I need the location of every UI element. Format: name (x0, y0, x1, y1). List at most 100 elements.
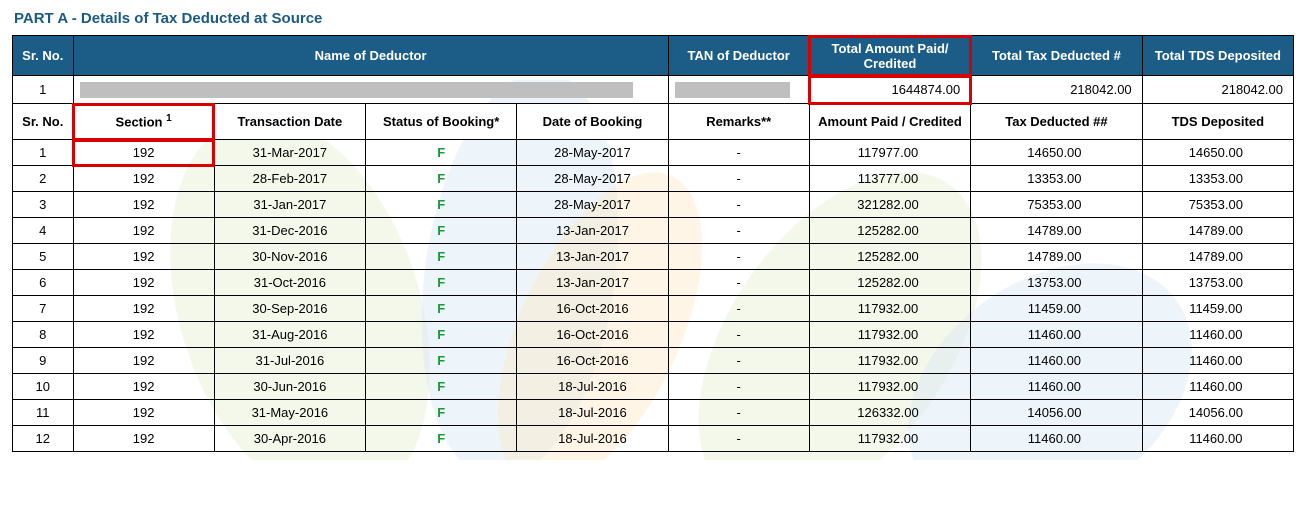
cell-book-date: 16-Oct-2016 (517, 348, 668, 374)
cell-tds-deposited: 11460.00 (1142, 374, 1293, 400)
cell-amount-paid: 117932.00 (809, 296, 970, 322)
table-row: 1219230-Apr-2016F18-Jul-2016-117932.0011… (13, 426, 1294, 452)
cell-tax-deducted: 14056.00 (971, 400, 1142, 426)
cell-amount-paid: 113777.00 (809, 166, 970, 192)
cell-tax-deducted: 14650.00 (971, 140, 1142, 166)
col-sr: Sr. No. (13, 36, 74, 76)
cell-tds-deposited: 11459.00 (1142, 296, 1293, 322)
cell-section: 192 (73, 296, 214, 322)
cell-txn-date: 31-Dec-2016 (214, 218, 365, 244)
cell-remarks: - (668, 296, 809, 322)
col-amount-paid: Amount Paid / Credited (809, 104, 970, 140)
cell-sr: 9 (13, 348, 74, 374)
table-row: 519230-Nov-2016F13-Jan-2017-125282.00147… (13, 244, 1294, 270)
col-remarks: Remarks** (668, 104, 809, 140)
table-row: 1119231-May-2016F18-Jul-2016-126332.0014… (13, 400, 1294, 426)
cell-amount-paid: 125282.00 (809, 244, 970, 270)
cell-sr: 5 (13, 244, 74, 270)
cell-amount-paid: 117932.00 (809, 374, 970, 400)
cell-book-date: 13-Jan-2017 (517, 218, 668, 244)
cell-remarks: - (668, 166, 809, 192)
cell-amount-paid: 125282.00 (809, 218, 970, 244)
detail-header: Sr. No. Section 1 Transaction Date Statu… (13, 104, 1294, 140)
cell-amount-paid: 117932.00 (809, 426, 970, 452)
cell-section: 192 (73, 244, 214, 270)
cell-book-date: 18-Jul-2016 (517, 374, 668, 400)
cell-sr: 1 (13, 140, 74, 166)
cell-section: 192 (73, 166, 214, 192)
cell-tds-deposited: 14056.00 (1142, 400, 1293, 426)
cell-sr: 11 (13, 400, 74, 426)
cell-tds-deposited: 13353.00 (1142, 166, 1293, 192)
col-tax-deducted: Tax Deducted ## (971, 104, 1142, 140)
cell-tds-deposited: 11460.00 (1142, 322, 1293, 348)
table-row: 719230-Sep-2016F16-Oct-2016-117932.00114… (13, 296, 1294, 322)
cell-txn-date: 28-Feb-2017 (214, 166, 365, 192)
cell-amount-paid: 125282.00 (809, 270, 970, 296)
cell-txn-date: 30-Sep-2016 (214, 296, 365, 322)
cell-section: 192 (73, 400, 214, 426)
cell-status: F (366, 322, 517, 348)
cell-tds-deposited: 11460.00 (1142, 426, 1293, 452)
cell-tax-deducted: 14789.00 (971, 218, 1142, 244)
cell-remarks: - (668, 374, 809, 400)
col-status-booking: Status of Booking* (366, 104, 517, 140)
cell-tds-deposited: 14789.00 (1142, 218, 1293, 244)
cell-amount-paid: 126332.00 (809, 400, 970, 426)
col-total-amount-paid: Total Amount Paid/ Credited (809, 36, 970, 76)
summary-deductor-name (73, 76, 668, 104)
cell-txn-date: 30-Apr-2016 (214, 426, 365, 452)
cell-remarks: - (668, 400, 809, 426)
section-title: PART A - Details of Tax Deducted at Sour… (14, 10, 1294, 27)
cell-sr: 4 (13, 218, 74, 244)
summary-sr: 1 (13, 76, 74, 104)
cell-sr: 12 (13, 426, 74, 452)
cell-amount-paid: 117932.00 (809, 322, 970, 348)
cell-tds-deposited: 75353.00 (1142, 192, 1293, 218)
cell-amount-paid: 117977.00 (809, 140, 970, 166)
cell-book-date: 13-Jan-2017 (517, 244, 668, 270)
col-total-tds-deposited: Total TDS Deposited (1142, 36, 1293, 76)
cell-amount-paid: 117932.00 (809, 348, 970, 374)
table-row: 419231-Dec-2016F13-Jan-2017-125282.00147… (13, 218, 1294, 244)
table-row: 619231-Oct-2016F13-Jan-2017-125282.00137… (13, 270, 1294, 296)
cell-section: 192 (73, 140, 214, 166)
cell-tds-deposited: 11460.00 (1142, 348, 1293, 374)
tds-table: Sr. No. Name of Deductor TAN of Deductor… (12, 35, 1294, 452)
table-row: 219228-Feb-2017F28-May-2017-113777.00133… (13, 166, 1294, 192)
table-row: 819231-Aug-2016F16-Oct-2016-117932.00114… (13, 322, 1294, 348)
cell-sr: 3 (13, 192, 74, 218)
cell-status: F (366, 244, 517, 270)
cell-remarks: - (668, 322, 809, 348)
cell-tax-deducted: 13753.00 (971, 270, 1142, 296)
cell-status: F (366, 400, 517, 426)
col-section: Section 1 (73, 104, 214, 140)
col-total-tax-deducted: Total Tax Deducted # (971, 36, 1142, 76)
cell-sr: 8 (13, 322, 74, 348)
detail-rows: 119231-Mar-2017F28-May-2017-117977.00146… (13, 140, 1294, 452)
cell-book-date: 18-Jul-2016 (517, 400, 668, 426)
cell-remarks: - (668, 192, 809, 218)
cell-txn-date: 31-May-2016 (214, 400, 365, 426)
redacted-tan (675, 82, 790, 98)
cell-remarks: - (668, 218, 809, 244)
summary-total-paid: 1644874.00 (809, 76, 970, 104)
cell-amount-paid: 321282.00 (809, 192, 970, 218)
cell-status: F (366, 348, 517, 374)
summary-header: Sr. No. Name of Deductor TAN of Deductor… (13, 36, 1294, 76)
cell-sr: 2 (13, 166, 74, 192)
cell-txn-date: 31-Jul-2016 (214, 348, 365, 374)
cell-status: F (366, 296, 517, 322)
cell-tds-deposited: 14650.00 (1142, 140, 1293, 166)
cell-book-date: 16-Oct-2016 (517, 296, 668, 322)
cell-tax-deducted: 14789.00 (971, 244, 1142, 270)
cell-section: 192 (73, 322, 214, 348)
cell-txn-date: 31-Mar-2017 (214, 140, 365, 166)
cell-book-date: 28-May-2017 (517, 166, 668, 192)
cell-remarks: - (668, 140, 809, 166)
cell-book-date: 28-May-2017 (517, 140, 668, 166)
cell-book-date: 28-May-2017 (517, 192, 668, 218)
cell-remarks: - (668, 426, 809, 452)
summary-tan (668, 76, 809, 104)
cell-tax-deducted: 11459.00 (971, 296, 1142, 322)
